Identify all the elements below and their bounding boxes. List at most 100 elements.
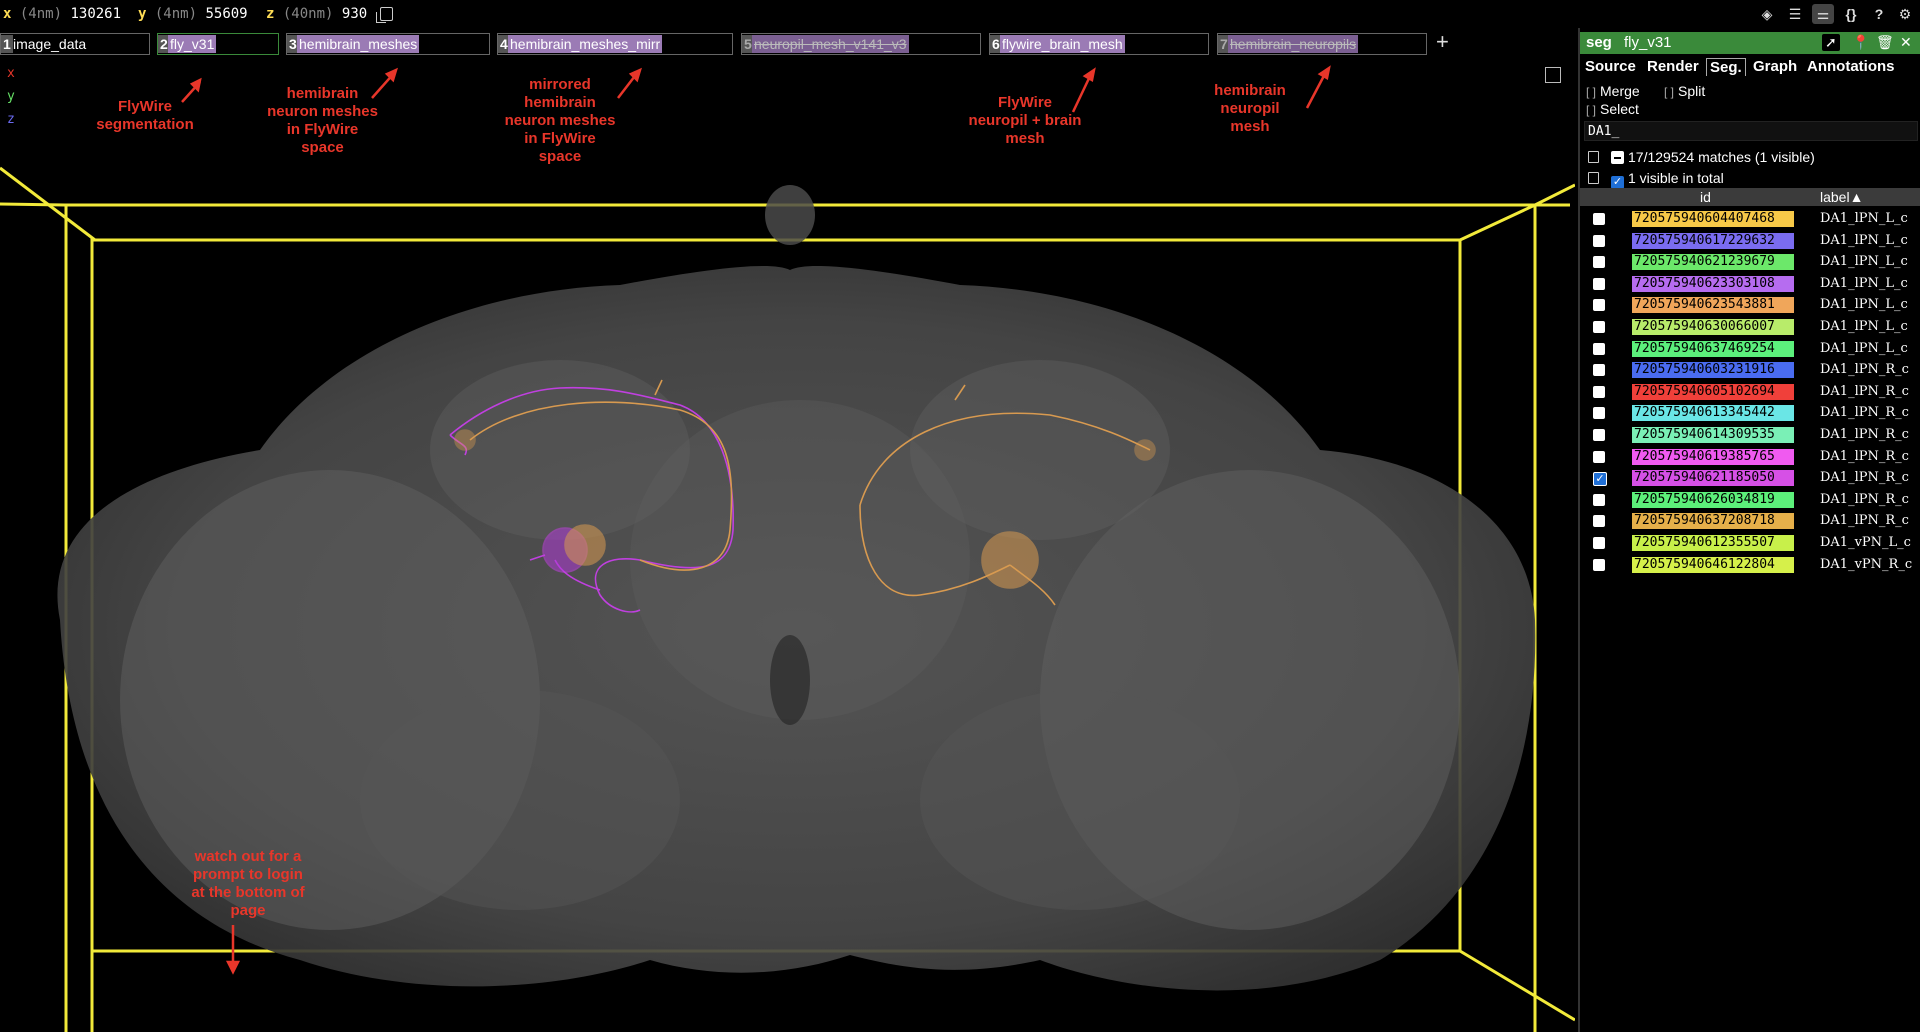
segment-visible-checkbox[interactable] <box>1593 277 1605 290</box>
segment-visible-checkbox[interactable] <box>1593 342 1605 355</box>
segment-label: DA1_lPN_R_c <box>1820 383 1909 399</box>
layer-tab-fly-v31[interactable]: 2 fly_v31 <box>157 33 279 55</box>
pointer-icon[interactable]: ➚ <box>1822 34 1840 51</box>
segment-id[interactable]: 720575940621239679 <box>1632 254 1794 271</box>
segment-label: DA1_lPN_R_c <box>1820 513 1909 529</box>
segment-label: DA1_lPN_L_c <box>1820 232 1908 248</box>
partial-select-checkbox[interactable] <box>1611 151 1624 164</box>
help-icon[interactable]: ? <box>1868 4 1890 24</box>
label-column-header[interactable]: label▲ <box>1820 189 1863 205</box>
segment-row[interactable]: 720575940626034819 DA1_lPN_R_c <box>1580 490 1920 511</box>
z-coordinate[interactable]: z (40nm) 930 <box>266 6 367 22</box>
tab-seg[interactable]: Seg. <box>1706 58 1746 76</box>
segment-row[interactable]: 720575940630066007 DA1_lPN_L_c <box>1580 317 1920 338</box>
segment-id[interactable]: 720575940621185050 <box>1632 470 1794 487</box>
segment-id[interactable]: 720575940613345442 <box>1632 405 1794 422</box>
segment-visible-checkbox[interactable] <box>1593 213 1605 225</box>
segment-id[interactable]: 720575940603231916 <box>1632 362 1794 379</box>
layout-toggle-icon[interactable] <box>1545 67 1561 83</box>
segment-id[interactable]: 720575940623543881 <box>1632 297 1794 314</box>
segment-row[interactable]: 720575940637469254 DA1_lPN_L_c <box>1580 339 1920 360</box>
add-layer-button[interactable]: + <box>1436 30 1449 54</box>
segment-visible-checkbox[interactable] <box>1593 364 1605 377</box>
y-coordinate[interactable]: y (4nm) 55609 <box>138 6 248 22</box>
split-toggle[interactable]: [ ] Split <box>1664 83 1705 99</box>
tab-source[interactable]: Source <box>1582 58 1639 75</box>
copy-coordinates-icon[interactable] <box>376 7 393 23</box>
segment-row[interactable]: 720575940613345442 DA1_lPN_R_c <box>1580 403 1920 424</box>
segment-visible-checkbox[interactable] <box>1593 429 1605 441</box>
segment-row[interactable]: ✓ 720575940621185050 DA1_lPN_R_c <box>1580 468 1920 489</box>
segment-id[interactable]: 720575940623303108 <box>1632 275 1794 292</box>
segment-row[interactable]: 720575940603231916 DA1_lPN_R_c <box>1580 360 1920 381</box>
segment-row[interactable]: 720575940604407468 DA1_lPN_L_c <box>1580 209 1920 230</box>
segment-id[interactable]: 720575940626034819 <box>1632 491 1794 508</box>
segment-row[interactable]: 720575940612355507 DA1_vPN_L_c <box>1580 533 1920 554</box>
annotation-hemibrain-neuropil: hemibrain neuropil mesh <box>1214 82 1286 135</box>
segment-query-input[interactable]: DA1_ <box>1584 121 1918 141</box>
segment-id[interactable]: 720575940604407468 <box>1632 211 1794 227</box>
segment-row[interactable]: 720575940621239679 DA1_lPN_L_c <box>1580 252 1920 273</box>
segment-visible-checkbox[interactable] <box>1593 558 1605 571</box>
close-icon[interactable]: ✕ <box>1900 34 1912 51</box>
json-icon[interactable]: {} <box>1840 4 1862 24</box>
layer-tab-neuropil-mesh[interactable]: 5 neuropil_mesh_v141_v3 <box>741 33 981 55</box>
segment-visible-checkbox[interactable]: ✓ <box>1593 472 1607 487</box>
visible-summary: ✓ 1 visible in total <box>1588 170 1724 189</box>
tab-annotations[interactable]: Annotations <box>1804 58 1898 75</box>
layer-name-field[interactable]: fly_v31 <box>1624 34 1672 51</box>
segment-row[interactable]: 720575940619385765 DA1_lPN_R_c <box>1580 447 1920 468</box>
segment-label: DA1_lPN_R_c <box>1820 362 1909 378</box>
annotation-login-warning: watch out for a prompt to login at the b… <box>191 848 305 919</box>
segment-visible-checkbox[interactable] <box>1593 256 1605 269</box>
list-icon[interactable]: ☰ <box>1784 4 1806 24</box>
segment-label: DA1_vPN_R_c <box>1820 556 1913 572</box>
segment-label: DA1_lPN_R_c <box>1820 470 1909 486</box>
segment-id[interactable]: 720575940614309535 <box>1632 427 1794 443</box>
segment-row[interactable]: 720575940617229632 DA1_lPN_L_c <box>1580 231 1920 252</box>
segment-row[interactable]: 720575940623303108 DA1_lPN_L_c <box>1580 274 1920 295</box>
select-toggle[interactable]: [ ] Select <box>1586 101 1639 117</box>
layers-icon[interactable]: ◈ <box>1756 4 1778 24</box>
segment-id[interactable]: 720575940605102694 <box>1632 383 1794 400</box>
layer-tab-hemibrain-neuropils[interactable]: 7 hemibrain_neuropils <box>1217 33 1427 55</box>
sliders-icon[interactable]: ⚌ <box>1812 4 1834 24</box>
segment-visible-checkbox[interactable] <box>1593 407 1605 420</box>
segment-id[interactable]: 720575940612355507 <box>1632 535 1794 551</box>
segment-visible-checkbox[interactable] <box>1593 515 1605 528</box>
segment-id[interactable]: 720575940619385765 <box>1632 448 1794 465</box>
layer-tab-flywire-brain-mesh[interactable]: 6 flywire_brain_mesh <box>989 33 1209 55</box>
segment-visible-checkbox[interactable] <box>1593 299 1605 312</box>
x-coordinate[interactable]: x (4nm) 130261 <box>3 6 121 22</box>
segment-id[interactable]: 720575940617229632 <box>1632 232 1794 249</box>
pin-icon[interactable]: 📍 <box>1852 34 1869 51</box>
id-column-header[interactable]: id <box>1700 189 1711 205</box>
tab-render[interactable]: Render <box>1644 58 1702 75</box>
tab-graph[interactable]: Graph <box>1750 58 1800 75</box>
segment-row[interactable]: 720575940614309535 DA1_lPN_R_c <box>1580 425 1920 446</box>
copy-icon[interactable] <box>1588 151 1599 163</box>
merge-toggle[interactable]: [ ] Merge <box>1586 83 1640 99</box>
layer-tab-hemibrain-meshes[interactable]: 3 hemibrain_meshes <box>286 33 490 55</box>
segment-id[interactable]: 720575940637469254 <box>1632 340 1794 357</box>
segment-row[interactable]: 720575940623543881 DA1_lPN_L_c <box>1580 295 1920 316</box>
segment-id[interactable]: 720575940646122804 <box>1632 556 1794 573</box>
segment-visible-checkbox[interactable] <box>1593 493 1605 506</box>
layer-tab-hemibrain-meshes-mirr[interactable]: 4 hemibrain_meshes_mirr <box>497 33 733 55</box>
layer-tab-image-data[interactable]: 1 image_data <box>0 33 150 55</box>
copy-icon[interactable] <box>1588 172 1599 184</box>
segment-id[interactable]: 720575940630066007 <box>1632 319 1794 335</box>
segment-visible-checkbox[interactable] <box>1593 537 1605 549</box>
segment-visible-checkbox[interactable] <box>1593 321 1605 333</box>
segment-row[interactable]: 720575940637208718 DA1_lPN_R_c <box>1580 511 1920 532</box>
annotation-hemibrain-meshes: hemibrain neuron meshes in FlyWire space <box>267 85 378 156</box>
segment-row[interactable]: 720575940646122804 DA1_vPN_R_c <box>1580 555 1920 576</box>
segment-visible-checkbox[interactable] <box>1593 234 1605 247</box>
segment-visible-checkbox[interactable] <box>1593 385 1605 398</box>
settings-icon[interactable]: ⚙ <box>1894 4 1916 24</box>
segment-label: DA1_lPN_L_c <box>1820 319 1908 334</box>
segment-row[interactable]: 720575940605102694 DA1_lPN_R_c <box>1580 382 1920 403</box>
trash-icon[interactable]: 🗑 <box>1876 34 1894 51</box>
segment-visible-checkbox[interactable] <box>1593 450 1605 463</box>
segment-id[interactable]: 720575940637208718 <box>1632 513 1794 530</box>
